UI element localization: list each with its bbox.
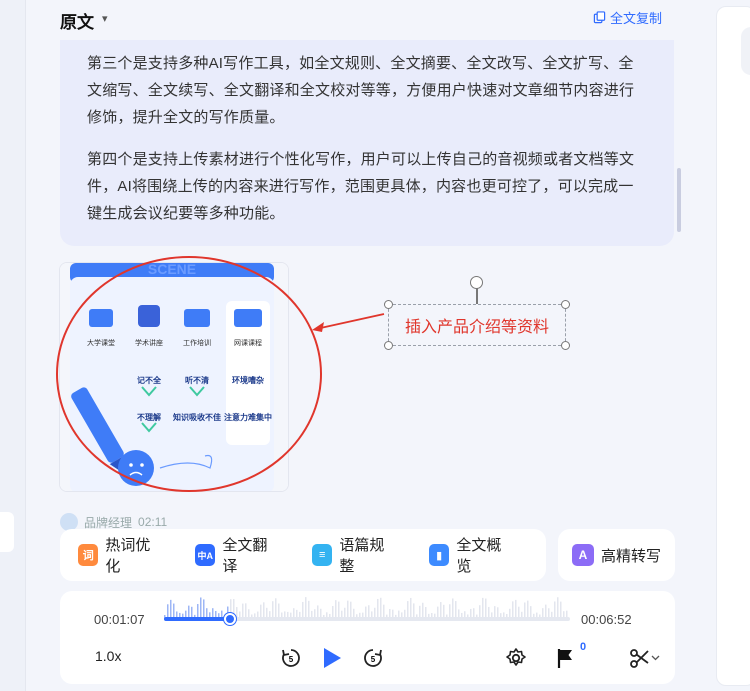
waveform-bar xyxy=(482,597,484,619)
tool-label: 全文翻译 xyxy=(222,537,268,575)
waveform-bar xyxy=(557,597,559,619)
forward-label: 5 xyxy=(371,655,376,664)
forward-5s-icon[interactable]: 5 xyxy=(362,647,384,669)
ai-tools-bar: 词 热词优化 中A 全文翻译 ≡ 语篇规整 ▮ 全文概览 xyxy=(60,529,546,581)
paragraph: 第四个是支持上传素材进行个性化写作，用户可以上传自己的音视频或者文档等文件，AI… xyxy=(87,151,635,222)
waveform-bar xyxy=(377,598,379,619)
flag-icon[interactable] xyxy=(556,647,576,669)
scrollbar-thumb[interactable] xyxy=(677,168,681,232)
hq-transcribe-icon: A xyxy=(572,544,594,566)
speaker-time: 02:11 xyxy=(138,515,168,529)
annotation-textbox[interactable]: 插入产品介绍等资料 xyxy=(388,304,566,346)
chevron-down-icon[interactable]: ▾ xyxy=(102,12,108,25)
rewind-5s-icon[interactable]: 5 xyxy=(280,647,302,669)
current-time: 00:01:07 xyxy=(94,612,145,627)
play-icon[interactable] xyxy=(321,646,343,670)
progress-fill xyxy=(164,617,230,621)
transcript-main: 原文 ▾ 全文复制 第三个是支持多种AI写作工具，如全文规则、全文摘要、全文改写… xyxy=(26,0,716,691)
original-text-card: 第三个是支持多种AI写作工具，如全文规则、全文摘要、全文改写、全文扩写、全文缩写… xyxy=(60,40,674,246)
waveform-bar xyxy=(452,598,454,619)
copy-icon xyxy=(593,11,606,24)
left-panel-edge xyxy=(0,0,26,691)
waveform-bar xyxy=(275,598,277,619)
resize-handle-br[interactable] xyxy=(561,341,570,350)
flag-count-badge: 0 xyxy=(580,641,587,653)
rotate-handle-stem xyxy=(476,288,478,304)
rewind-label: 5 xyxy=(289,655,294,664)
right-panel-edge xyxy=(716,6,750,686)
tool-label: 热词优化 xyxy=(105,537,151,575)
resize-handle-tr[interactable] xyxy=(561,300,570,309)
playback-speed-button[interactable]: 1.0x xyxy=(95,648,121,664)
resize-handle-tl[interactable] xyxy=(384,300,393,309)
gear-icon[interactable] xyxy=(505,647,527,669)
annotation-arrow xyxy=(312,313,385,332)
copy-all-button[interactable]: 全文复制 xyxy=(593,8,662,27)
waveform-bar xyxy=(200,597,202,619)
waveform-bar xyxy=(485,598,487,619)
waveform-bar xyxy=(410,597,412,619)
overview-icon: ▮ xyxy=(429,544,450,566)
scissors-icon[interactable] xyxy=(629,647,661,669)
annotation-circle xyxy=(56,256,322,492)
waveform-bar xyxy=(380,597,382,619)
organize-icon: ≡ xyxy=(312,544,333,566)
tool-label: 语篇规整 xyxy=(339,537,385,575)
left-panel-tab[interactable] xyxy=(0,512,14,552)
annotation-text: 插入产品介绍等资料 xyxy=(404,319,549,336)
resize-handle-bl[interactable] xyxy=(384,341,393,350)
right-panel-toggle[interactable] xyxy=(741,27,750,75)
waveform-bar xyxy=(305,597,307,619)
section-header: 原文 ▾ 全文复制 xyxy=(60,6,690,32)
total-time: 00:06:52 xyxy=(581,612,632,627)
copy-all-label: 全文复制 xyxy=(609,11,662,26)
audio-player: 00:01:07 00:06:52 1.0x 5 5 0 xyxy=(60,591,675,684)
tool-label: 高精转写 xyxy=(601,547,662,565)
tool-label: 全文概览 xyxy=(456,537,502,575)
hq-transcribe-button[interactable]: A 高精转写 xyxy=(558,529,675,581)
tool-overview-button[interactable]: ▮ 全文概览 xyxy=(429,534,512,576)
speaker-row: 品牌经理 02:11 xyxy=(60,513,168,531)
hotword-icon: 词 xyxy=(78,544,99,566)
tool-translate-button[interactable]: 中A 全文翻译 xyxy=(195,534,278,576)
paragraph: 第三个是支持多种AI写作工具，如全文规则、全文摘要、全文改写、全文扩写、全文缩写… xyxy=(87,55,635,126)
progress-track[interactable] xyxy=(164,613,570,625)
tool-organize-button[interactable]: ≡ 语篇规整 xyxy=(312,534,395,576)
section-title[interactable]: 原文 xyxy=(60,8,94,33)
progress-thumb[interactable] xyxy=(223,613,236,625)
translate-icon: 中A xyxy=(195,544,216,566)
speaker-name: 品牌经理 xyxy=(84,515,133,530)
tool-hotword-button[interactable]: 词 热词优化 xyxy=(78,534,161,576)
